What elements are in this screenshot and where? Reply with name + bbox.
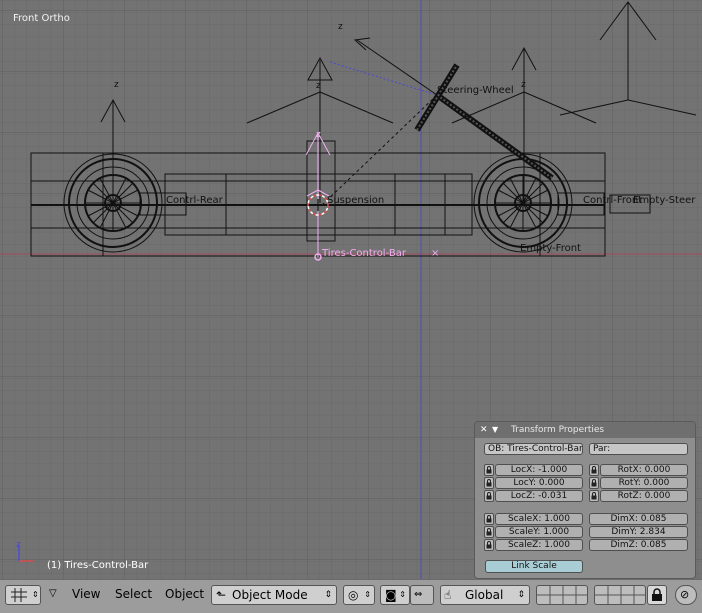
- rot-x-field[interactable]: RotX: 0.000: [600, 464, 688, 476]
- render-view-button[interactable]: ⊘: [675, 585, 697, 605]
- lock-icon[interactable]: [589, 477, 599, 489]
- manipulator-toggle[interactable]: ⇔: [410, 585, 434, 605]
- axis-label: z: [114, 80, 119, 90]
- orientation-select[interactable]: ☝ Global ⇕: [440, 585, 530, 605]
- collapse-menu-icon[interactable]: ▽: [49, 588, 57, 599]
- manipulator-icon: ⇔: [414, 589, 423, 600]
- pivot-icon: ◙: [385, 588, 397, 602]
- layer-buttons-left[interactable]: [536, 585, 588, 605]
- steering-wheel-label: Steering-Wheel: [437, 85, 514, 96]
- axis-label: z: [316, 130, 321, 140]
- tires-control-bar-label: Tires-Control-Bar: [322, 248, 406, 259]
- layer-grid-icon: [537, 586, 587, 604]
- loc-z-field[interactable]: LocZ: -0.031: [495, 490, 583, 502]
- lock-icon[interactable]: [484, 539, 494, 551]
- scale-x-field[interactable]: ScaleX: 1.000: [495, 513, 583, 525]
- dim-x-field[interactable]: DimX: 0.085: [589, 513, 688, 525]
- parent-field[interactable]: Par:: [589, 443, 688, 455]
- lock-icon[interactable]: [484, 526, 494, 538]
- rot-y-field[interactable]: RotY: 0.000: [600, 477, 688, 489]
- lock-icon[interactable]: [484, 464, 494, 476]
- loc-x-field[interactable]: LocX: -1.000: [495, 464, 583, 476]
- empty-front-label: Empty-Front: [520, 243, 581, 254]
- layer-buttons-right[interactable]: [594, 585, 646, 605]
- lock-icon[interactable]: [484, 513, 494, 525]
- scale-y-field[interactable]: ScaleY: 1.000: [495, 526, 583, 538]
- chevron-updown-icon: ⇕: [32, 590, 39, 599]
- menu-view[interactable]: View: [72, 587, 100, 601]
- render-icon: ⊘: [680, 588, 690, 601]
- collapse-icon[interactable]: ▼: [492, 422, 498, 438]
- dim-y-field[interactable]: DimY: 2.834: [589, 526, 688, 538]
- axis-label: z: [338, 22, 343, 32]
- chevron-updown-icon: ⇕: [517, 590, 525, 600]
- object-mode-icon: ⬑: [216, 588, 227, 602]
- transform-properties-panel: ✕ ▼ Transform Properties OB: Tires-Contr…: [474, 421, 696, 579]
- link-scale-button[interactable]: Link Scale: [485, 560, 583, 573]
- lock-icon[interactable]: [484, 477, 494, 489]
- object-name-field[interactable]: OB: Tires-Control-Bar: [484, 443, 583, 455]
- empty-steer-label: Empty-Steer: [633, 195, 696, 206]
- orientation-label: Global: [465, 588, 504, 602]
- blender-window: z Front Ortho (1) Tires-Control-Bar z z …: [0, 0, 702, 613]
- rot-z-field[interactable]: RotZ: 0.000: [600, 490, 688, 502]
- lock-icon: [652, 588, 662, 601]
- view-name-label: Front Ortho: [13, 13, 70, 24]
- editor-type-button[interactable]: ⇕: [5, 585, 41, 605]
- active-object-status: (1) Tires-Control-Bar: [47, 560, 149, 571]
- lock-layers-button[interactable]: [647, 585, 667, 605]
- panel-title: Transform Properties: [511, 425, 605, 435]
- rear-control-label: Contrl-Rear: [166, 195, 223, 206]
- pivot-select[interactable]: ◙ ⇕: [380, 585, 410, 605]
- axis-label: z: [316, 81, 321, 91]
- panel-header: ✕ ▼ Transform Properties: [475, 422, 695, 438]
- wireframe-sphere-icon: ◎: [348, 588, 359, 602]
- svg-text:z: z: [16, 540, 21, 550]
- grid-icon: [11, 588, 27, 602]
- selected-marker: ×: [431, 248, 440, 259]
- draw-type-select[interactable]: ◎ ⇕: [343, 585, 375, 605]
- lock-icon[interactable]: [484, 490, 494, 502]
- suspension-label: Suspension: [327, 195, 385, 206]
- chevron-updown-icon: ⇕: [364, 590, 371, 599]
- mode-select[interactable]: ⬑ Object Mode ⇕: [211, 585, 337, 605]
- loc-y-field[interactable]: LocY: 0.000: [495, 477, 583, 489]
- dim-z-field[interactable]: DimZ: 0.085: [589, 539, 688, 551]
- lock-icon[interactable]: [589, 490, 599, 502]
- scale-z-field[interactable]: ScaleZ: 1.000: [495, 539, 583, 551]
- menu-object[interactable]: Object: [165, 587, 204, 601]
- axis-label: z: [521, 80, 526, 90]
- layer-grid-icon: [595, 586, 645, 604]
- 3d-view-header: ⇕ ▽ View Select Object ⬑ Object Mode ⇕ ◎…: [0, 579, 702, 613]
- hand-icon: ☝: [444, 588, 452, 602]
- chevron-updown-icon: ⇕: [399, 590, 406, 599]
- close-icon[interactable]: ✕: [480, 422, 488, 438]
- lock-icon[interactable]: [589, 464, 599, 476]
- chevron-updown-icon: ⇕: [324, 590, 332, 600]
- menu-select[interactable]: Select: [115, 587, 152, 601]
- mode-label: Object Mode: [232, 588, 308, 602]
